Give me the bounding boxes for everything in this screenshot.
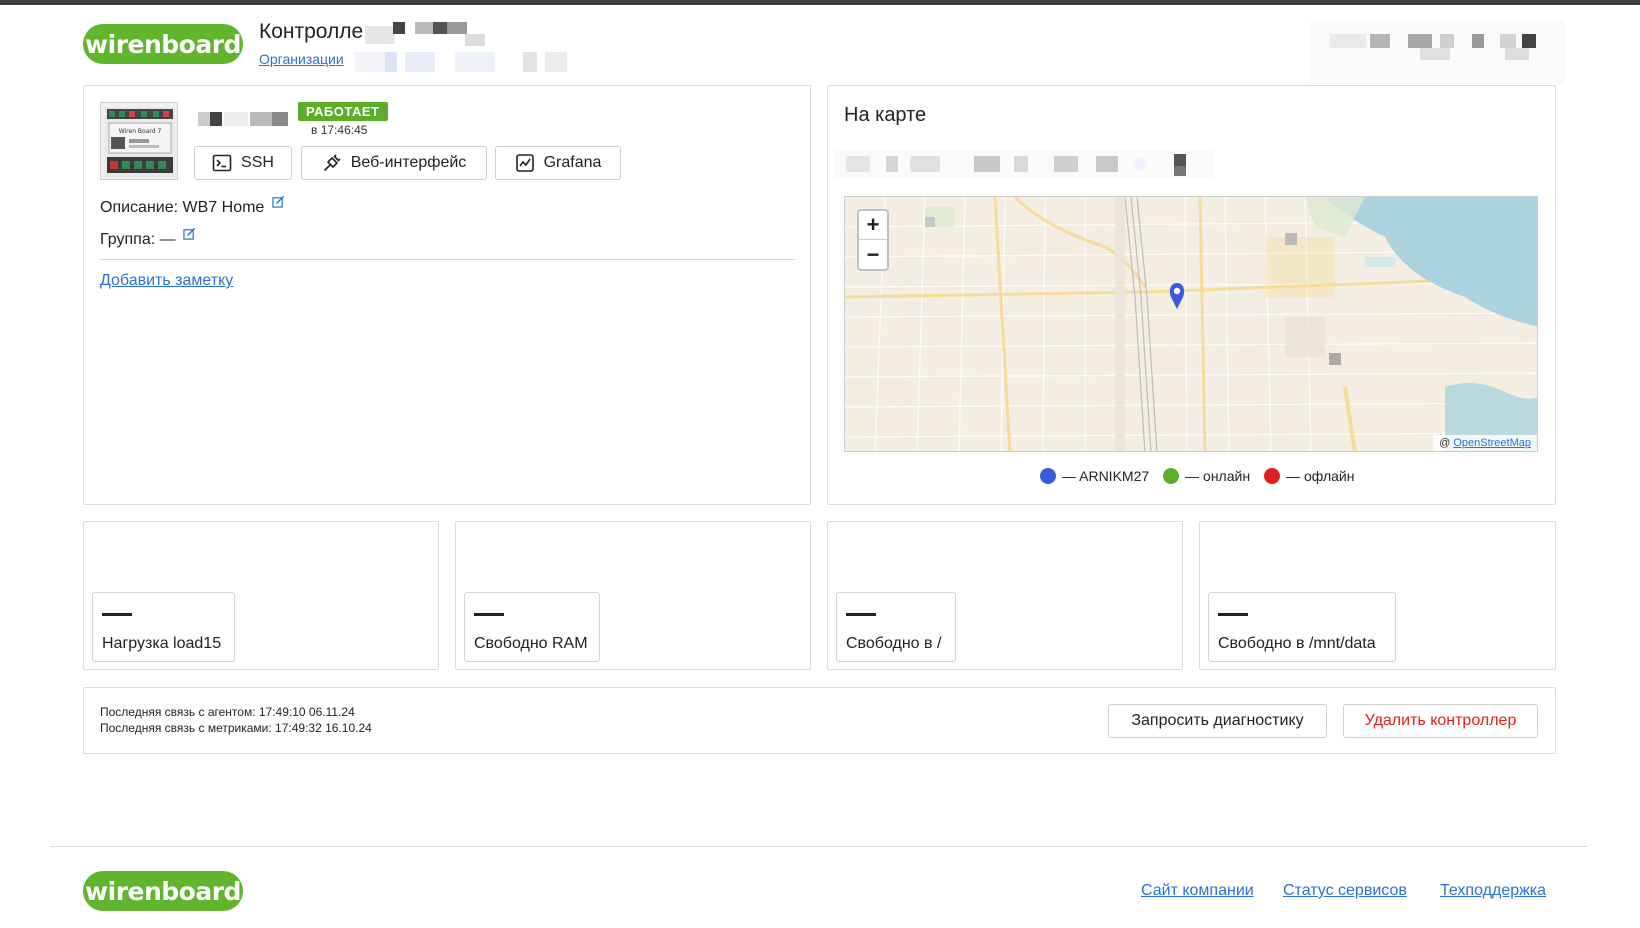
plug-icon	[323, 154, 341, 172]
legend-device-label: — ARNIKM27	[1062, 468, 1150, 484]
card-divider	[100, 259, 795, 260]
metric-ram-label: Свободно RAM	[474, 635, 588, 652]
group-value: —	[159, 231, 176, 248]
openstreetmap-link[interactable]: OpenStreetMap	[1453, 437, 1531, 449]
legend-dot-online	[1163, 468, 1180, 484]
web-interface-button[interactable]: Веб-интерфейс	[301, 146, 487, 180]
browser-top-strip	[0, 0, 1640, 5]
map-title: На карте	[844, 104, 927, 126]
grafana-button-label: Grafana	[543, 154, 602, 171]
footer-link-company-site[interactable]: Сайт компании	[1141, 882, 1254, 900]
grafana-button[interactable]: Grafana	[495, 146, 621, 180]
edit-group-icon[interactable]	[183, 227, 196, 240]
ssh-button-label: SSH	[241, 154, 274, 171]
metric-root-label: Свободно в /	[846, 635, 942, 652]
metric-load15: Нагрузка load15	[92, 592, 235, 662]
group-label: Группа:	[100, 231, 156, 248]
add-note-link[interactable]: Добавить заметку	[100, 272, 233, 290]
metric-root: Свободно в /	[836, 592, 956, 662]
device-image-caption: Wiren Board 7	[119, 128, 162, 135]
legend-offline-label: — офлайн	[1286, 468, 1355, 484]
last-agent-contact: Последняя связь с агентом: 17:49:10 06.1…	[100, 705, 355, 719]
map-view[interactable]: + − @ OpenStreetMap	[844, 196, 1538, 452]
description-label: Описание:	[100, 199, 179, 216]
metric-ram-value	[474, 613, 504, 616]
redacted-device-name	[198, 112, 290, 126]
attribution-prefix: @	[1439, 437, 1451, 449]
metric-root-value	[846, 613, 876, 616]
map-legend: — ARNIKM27 — онлайн — офлайн	[1040, 468, 1354, 484]
metric-mnt-data-label: Свободно в /mnt/data	[1218, 635, 1376, 652]
device-image: Wiren Board 7	[100, 102, 178, 180]
group-row: Группа: —	[100, 227, 196, 249]
redacted-breadcrumb-tail	[355, 52, 575, 72]
legend-dot-device	[1040, 468, 1056, 484]
status-time: в 17:46:45	[311, 123, 368, 137]
metric-ram: Свободно RAM	[464, 592, 600, 662]
description-value: WB7 Home	[182, 199, 265, 216]
zoom-out-button[interactable]: −	[859, 240, 887, 269]
metric-load15-label: Нагрузка load15	[102, 635, 222, 652]
status-badge: РАБОТАЕТ	[298, 102, 388, 121]
delete-controller-button[interactable]: Удалить контроллер	[1343, 704, 1538, 738]
terminal-icon	[212, 154, 232, 172]
chart-icon	[515, 154, 534, 172]
map-attribution: @ OpenStreetMap	[1433, 435, 1537, 451]
metric-mnt-data-value	[1218, 613, 1248, 616]
footer-wirenboard-logo[interactable]: wirenboard	[83, 871, 243, 911]
request-diagnostics-button[interactable]: Запросить диагностику	[1108, 704, 1327, 738]
redacted-address	[834, 150, 1214, 178]
zoom-in-button[interactable]: +	[859, 211, 887, 240]
footer-divider	[50, 846, 1588, 847]
footer-link-service-status[interactable]: Статус сервисов	[1283, 882, 1407, 900]
description-row: Описание: WB7 Home	[100, 195, 285, 217]
ssh-button[interactable]: SSH	[194, 146, 292, 180]
controller-photo-icon: Wiren Board 7	[105, 107, 175, 177]
legend-online-label: — онлайн	[1185, 468, 1251, 484]
footer-link-support[interactable]: Техподдержка	[1440, 882, 1546, 900]
metric-mnt-data: Свободно в /mnt/data	[1208, 592, 1396, 662]
last-metrics-contact: Последняя связь с метриками: 17:49:32 16…	[100, 721, 372, 735]
metric-load15-value	[102, 613, 132, 616]
delete-controller-label: Удалить контроллер	[1364, 712, 1517, 729]
map-zoom-control: + −	[857, 209, 889, 271]
legend-dot-offline	[1264, 468, 1281, 484]
map-tiles	[845, 197, 1537, 451]
wirenboard-logo[interactable]: wirenboard	[83, 24, 243, 64]
request-diagnostics-label: Запросить диагностику	[1131, 712, 1304, 729]
redacted-user-menu	[1310, 20, 1565, 84]
breadcrumb-organizations[interactable]: Организации	[259, 51, 344, 67]
web-interface-button-label: Веб-интерфейс	[350, 154, 467, 171]
page-title: Контролле	[259, 20, 364, 43]
redacted-title-tail	[365, 22, 485, 48]
edit-description-icon[interactable]	[272, 195, 285, 208]
